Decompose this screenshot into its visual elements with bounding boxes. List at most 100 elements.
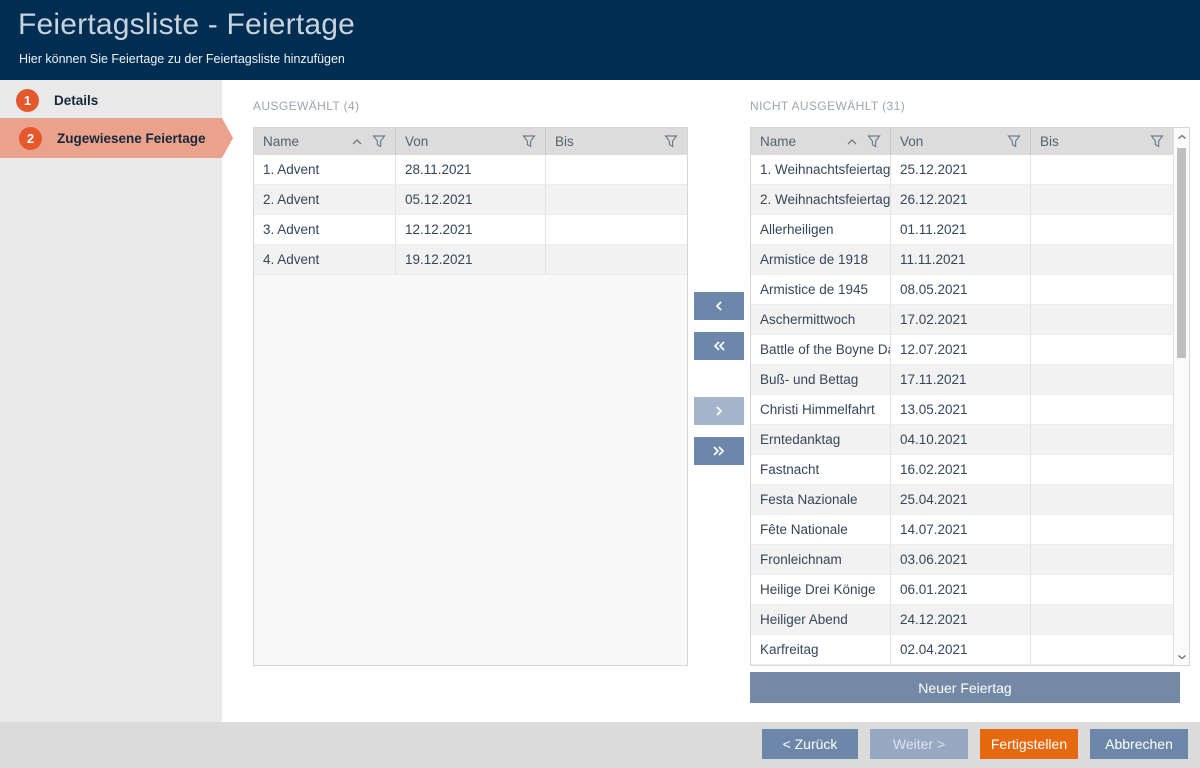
cell-name: Christi Himmelfahrt bbox=[751, 395, 891, 424]
step-details[interactable]: 1 Details bbox=[0, 80, 222, 120]
cell-bis bbox=[1031, 335, 1173, 364]
cell-bis bbox=[1031, 455, 1173, 484]
cell-von: 16.02.2021 bbox=[891, 455, 1031, 484]
move-to-selected-button[interactable] bbox=[694, 292, 744, 320]
table-row[interactable]: Battle of the Boyne Da12.07.2021 bbox=[751, 335, 1173, 365]
chevron-right-icon bbox=[713, 404, 725, 418]
cell-von: 11.11.2021 bbox=[891, 245, 1031, 274]
finish-button[interactable]: Fertigstellen bbox=[980, 729, 1078, 759]
table-row[interactable]: 1. Weihnachtsfeiertag25.12.2021 bbox=[751, 155, 1173, 185]
cell-von: 25.04.2021 bbox=[891, 485, 1031, 514]
table-row[interactable]: Fête Nationale14.07.2021 bbox=[751, 515, 1173, 545]
step-number-badge: 1 bbox=[16, 89, 39, 112]
table-row[interactable]: Fastnacht16.02.2021 bbox=[751, 455, 1173, 485]
cell-von: 04.10.2021 bbox=[891, 425, 1031, 454]
scroll-down-icon[interactable] bbox=[1174, 649, 1189, 664]
unselected-panel-title: NICHT AUSGEWÄHLT (31) bbox=[750, 99, 905, 113]
table-row[interactable]: Allerheiligen01.11.2021 bbox=[751, 215, 1173, 245]
cell-name: Fête Nationale bbox=[751, 515, 891, 544]
vertical-scrollbar[interactable] bbox=[1173, 128, 1189, 665]
cell-bis bbox=[546, 215, 687, 244]
cell-von: 06.01.2021 bbox=[891, 575, 1031, 604]
table-row[interactable]: Armistice de 194508.05.2021 bbox=[751, 275, 1173, 305]
table-row[interactable]: Heiliger Abend24.12.2021 bbox=[751, 605, 1173, 635]
chevron-left-icon bbox=[713, 299, 725, 313]
step-label: Zugewiesene Feiertage bbox=[57, 131, 206, 146]
cell-von: 08.05.2021 bbox=[891, 275, 1031, 304]
back-button[interactable]: < Zurück bbox=[762, 729, 858, 759]
table-row[interactable]: Armistice de 191811.11.2021 bbox=[751, 245, 1173, 275]
cell-bis bbox=[1031, 275, 1173, 304]
move-all-to-unselected-button[interactable] bbox=[694, 437, 744, 465]
filter-icon[interactable] bbox=[522, 135, 536, 148]
selected-holidays-table: Name Von Bis 1. Advent28.11.20212. Adven… bbox=[253, 127, 688, 666]
cell-name: 3. Advent bbox=[254, 215, 396, 244]
next-button[interactable]: Weiter > bbox=[870, 729, 968, 759]
cell-bis bbox=[1031, 185, 1173, 214]
column-header-label: Name bbox=[760, 134, 796, 149]
column-header-label: Bis bbox=[555, 134, 574, 149]
scroll-up-icon[interactable] bbox=[1174, 129, 1189, 144]
cell-name: 2. Weihnachtsfeiertag bbox=[751, 185, 891, 214]
table-row[interactable]: Karfreitag02.04.2021 bbox=[751, 635, 1173, 665]
column-header-von[interactable]: Von bbox=[396, 128, 546, 155]
dialog-footer: < Zurück Weiter > Fertigstellen Abbreche… bbox=[0, 722, 1200, 768]
filter-icon[interactable] bbox=[1007, 135, 1021, 148]
table-row[interactable]: 3. Advent12.12.2021 bbox=[254, 215, 687, 245]
table-row[interactable]: Fronleichnam03.06.2021 bbox=[751, 545, 1173, 575]
step-label: Details bbox=[54, 93, 98, 108]
cell-bis bbox=[1031, 605, 1173, 634]
cell-name: 1. Weihnachtsfeiertag bbox=[751, 155, 891, 184]
table-row[interactable]: Christi Himmelfahrt13.05.2021 bbox=[751, 395, 1173, 425]
page-subtitle: Hier können Sie Feiertage zu der Feierta… bbox=[19, 52, 345, 66]
filter-icon[interactable] bbox=[372, 135, 386, 148]
table-row[interactable]: Festa Nazionale25.04.2021 bbox=[751, 485, 1173, 515]
cell-von: 12.12.2021 bbox=[396, 215, 546, 244]
cell-von: 24.12.2021 bbox=[891, 605, 1031, 634]
column-header-name[interactable]: Name bbox=[254, 128, 396, 155]
filter-icon[interactable] bbox=[867, 135, 881, 148]
table-row[interactable]: 2. Advent05.12.2021 bbox=[254, 185, 687, 215]
table-row[interactable]: Erntedanktag04.10.2021 bbox=[751, 425, 1173, 455]
scrollbar-thumb[interactable] bbox=[1177, 148, 1186, 358]
cell-name: 1. Advent bbox=[254, 155, 396, 184]
cell-von: 19.12.2021 bbox=[396, 245, 546, 274]
cell-von: 13.05.2021 bbox=[891, 395, 1031, 424]
cell-name: Heiliger Abend bbox=[751, 605, 891, 634]
column-header-bis[interactable]: Bis bbox=[546, 128, 687, 155]
column-header-label: Name bbox=[263, 134, 299, 149]
move-all-to-selected-button[interactable] bbox=[694, 332, 744, 360]
cell-bis bbox=[1031, 515, 1173, 544]
cell-bis bbox=[1031, 485, 1173, 514]
table-row[interactable]: Heilige Drei Könige06.01.2021 bbox=[751, 575, 1173, 605]
cell-bis bbox=[1031, 305, 1173, 334]
cancel-button[interactable]: Abbrechen bbox=[1090, 729, 1188, 759]
page-title: Feiertagsliste - Feiertage bbox=[18, 8, 355, 42]
column-header-label: Von bbox=[900, 134, 923, 149]
cell-von: 25.12.2021 bbox=[891, 155, 1031, 184]
table-row[interactable]: 2. Weihnachtsfeiertag26.12.2021 bbox=[751, 185, 1173, 215]
cell-name: Festa Nazionale bbox=[751, 485, 891, 514]
table-header-row: Name Von Bis bbox=[751, 128, 1173, 155]
step-zugewiesene-feiertage[interactable]: 2 Zugewiesene Feiertage bbox=[0, 118, 222, 158]
unselected-holidays-table: Name Von Bis 1. Weihnachtsfeiertag25.12.… bbox=[750, 127, 1190, 666]
table-row[interactable]: Buß- und Bettag17.11.2021 bbox=[751, 365, 1173, 395]
table-row[interactable]: 1. Advent28.11.2021 bbox=[254, 155, 687, 185]
table-row[interactable]: Aschermittwoch17.02.2021 bbox=[751, 305, 1173, 335]
cell-name: Fastnacht bbox=[751, 455, 891, 484]
cell-bis bbox=[1031, 635, 1173, 664]
filter-icon[interactable] bbox=[1150, 135, 1164, 148]
column-header-bis[interactable]: Bis bbox=[1031, 128, 1173, 155]
column-header-von[interactable]: Von bbox=[891, 128, 1031, 155]
cell-name: Buß- und Bettag bbox=[751, 365, 891, 394]
cell-bis bbox=[546, 155, 687, 184]
cell-name: Armistice de 1945 bbox=[751, 275, 891, 304]
move-to-unselected-button[interactable] bbox=[694, 397, 744, 425]
new-holiday-button[interactable]: Neuer Feiertag bbox=[750, 672, 1180, 703]
column-header-name[interactable]: Name bbox=[751, 128, 891, 155]
double-chevron-right-icon bbox=[711, 444, 727, 458]
cell-bis bbox=[1031, 425, 1173, 454]
table-header-row: Name Von Bis bbox=[254, 128, 687, 155]
table-row[interactable]: 4. Advent19.12.2021 bbox=[254, 245, 687, 275]
filter-icon[interactable] bbox=[664, 135, 678, 148]
